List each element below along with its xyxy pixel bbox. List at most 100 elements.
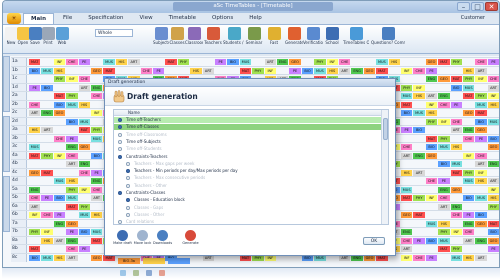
lesson-card[interactable]: GEO bbox=[289, 59, 301, 65]
lesson-card[interactable]: HIS bbox=[413, 93, 425, 99]
lesson-card[interactable]: ART bbox=[66, 161, 78, 167]
constraint-item[interactable]: Constraints-Teachers bbox=[114, 154, 381, 160]
lesson-card[interactable]: PE bbox=[91, 169, 103, 176]
lesson-card[interactable]: CHE bbox=[438, 195, 450, 201]
lesson-card[interactable]: INF bbox=[475, 76, 487, 82]
lesson-card[interactable]: MUS bbox=[29, 144, 41, 150]
constraint-checkbox[interactable] bbox=[126, 212, 130, 217]
lesson-card[interactable]: INF bbox=[487, 186, 499, 193]
lesson-card[interactable]: PE bbox=[401, 127, 413, 133]
lesson-card[interactable]: INF bbox=[438, 118, 450, 125]
ribbon-button-timetables-online[interactable]: TimeTables Online bbox=[343, 26, 369, 54]
lesson-card[interactable]: ART bbox=[53, 237, 66, 244]
lesson-card[interactable]: CHE bbox=[450, 118, 462, 125]
lesson-card[interactable]: INF bbox=[66, 76, 78, 82]
lesson-card[interactable]: ART bbox=[339, 67, 351, 74]
lesson-card[interactable]: MUS bbox=[450, 161, 462, 167]
lesson-card[interactable]: MAT bbox=[413, 212, 425, 218]
constraint-item[interactable]: Time off-Classrooms bbox=[114, 132, 381, 138]
lesson-card[interactable]: CHE bbox=[91, 186, 103, 193]
constraint-checkbox[interactable] bbox=[118, 118, 122, 122]
lesson-card[interactable]: PE bbox=[475, 135, 487, 142]
constraint-checkbox[interactable] bbox=[118, 154, 122, 159]
lesson-card[interactable]: INF bbox=[401, 254, 413, 261]
lesson-card[interactable]: CHE bbox=[475, 152, 487, 159]
lesson-card[interactable]: BIO bbox=[66, 118, 78, 125]
lesson-card[interactable]: INF bbox=[326, 59, 338, 65]
constraint-list[interactable]: Name Time off-Teachers Time off-Classes Ti… bbox=[113, 109, 389, 225]
lesson-card[interactable]: INF bbox=[463, 152, 475, 159]
lesson-card[interactable]: PHY bbox=[314, 59, 326, 65]
row-class-name[interactable]: 8c bbox=[11, 253, 27, 262]
lesson-card[interactable]: MUS bbox=[78, 212, 90, 218]
constraint-checkbox[interactable] bbox=[118, 191, 122, 195]
lesson-card[interactable]: MUS bbox=[53, 178, 66, 184]
lesson-card[interactable]: MUS bbox=[103, 59, 115, 65]
lesson-card[interactable]: INF bbox=[487, 93, 499, 99]
lesson-card[interactable]: MUS bbox=[438, 237, 450, 244]
lesson-card[interactable]: MAT bbox=[53, 93, 66, 99]
lesson-card[interactable]: GEO bbox=[91, 254, 103, 261]
lesson-card[interactable]: CHE bbox=[401, 144, 413, 150]
lesson-card[interactable]: BIO bbox=[475, 118, 487, 125]
constraint-checkbox[interactable] bbox=[118, 132, 122, 137]
lesson-card[interactable]: GEO bbox=[363, 67, 376, 74]
lesson-card[interactable]: ART bbox=[264, 59, 276, 65]
lesson-card[interactable]: CHE bbox=[413, 67, 425, 74]
constraint-item[interactable]: Time off-Classes bbox=[114, 124, 381, 131]
make-draft-button[interactable]: Make draft bbox=[113, 230, 132, 252]
lesson-card[interactable]: INF bbox=[41, 229, 53, 235]
generate-button[interactable]: Generate bbox=[181, 230, 200, 252]
lesson-card[interactable]: PHY bbox=[475, 93, 487, 99]
lesson-card[interactable]: GEO bbox=[487, 144, 499, 150]
lesson-card[interactable]: HIS bbox=[53, 254, 66, 261]
lesson-card[interactable]: MAT bbox=[450, 169, 462, 176]
lesson-card[interactable]: PHY bbox=[91, 127, 103, 133]
lesson-card[interactable]: CHE bbox=[53, 135, 66, 142]
lesson-card[interactable]: HIS bbox=[450, 144, 462, 150]
lesson-card[interactable]: MUS bbox=[438, 144, 450, 150]
lesson-card[interactable]: PHY bbox=[252, 67, 264, 74]
lesson-card[interactable]: MAT bbox=[239, 67, 252, 74]
lesson-card[interactable]: MUS bbox=[41, 254, 53, 261]
lesson-card[interactable]: HIS bbox=[53, 67, 66, 74]
constraint-item[interactable]: Teachers - Max gaps per week bbox=[114, 161, 381, 167]
lesson-card[interactable]: ART bbox=[29, 110, 41, 116]
lesson-card[interactable]: ART bbox=[78, 84, 90, 91]
ribbon-button-students-relations[interactable]: Students / Relations bbox=[223, 26, 245, 54]
lesson-card[interactable]: INF bbox=[78, 186, 90, 193]
lesson-card[interactable]: CHE bbox=[78, 169, 90, 176]
constraint-item[interactable]: Teachers - Min periods per day/Max perio… bbox=[114, 168, 381, 174]
lesson-card[interactable]: PHY bbox=[450, 246, 462, 252]
ribbon-button-fast[interactable]: Fast bbox=[265, 26, 283, 54]
lesson-card[interactable]: ART bbox=[425, 93, 438, 99]
constraint-item[interactable]: Classes - Gaps bbox=[114, 205, 381, 211]
lesson-card[interactable]: HIS bbox=[326, 67, 338, 74]
lesson-card[interactable]: PE bbox=[413, 237, 425, 244]
constraint-checkbox[interactable] bbox=[118, 220, 122, 224]
ribbon-button-generate-new[interactable]: Generate new bbox=[285, 26, 303, 54]
lesson-card[interactable]: MUS bbox=[401, 186, 413, 193]
lesson-card[interactable]: ENG bbox=[351, 67, 363, 74]
side-tab[interactable] bbox=[3, 56, 10, 112]
lesson-card[interactable]: MUS bbox=[463, 178, 475, 184]
lesson-card[interactable]: HIS bbox=[388, 59, 400, 65]
lesson-card[interactable]: ENG bbox=[463, 127, 475, 133]
lesson-card[interactable]: BIO bbox=[29, 254, 41, 261]
lesson-card[interactable]: GEO bbox=[463, 110, 475, 116]
constraint-checkbox[interactable] bbox=[118, 147, 122, 152]
lesson-card[interactable]: GEO bbox=[66, 220, 78, 227]
app-menu-icon[interactable]: ☀ bbox=[7, 13, 21, 24]
lesson-card[interactable]: PE bbox=[66, 135, 78, 142]
lesson-card[interactable]: INF bbox=[264, 67, 276, 74]
lesson-card[interactable]: INF bbox=[53, 59, 66, 65]
lesson-card[interactable]: PHY bbox=[29, 229, 41, 235]
lesson-card[interactable]: HIS bbox=[29, 127, 41, 133]
constraint-item[interactable]: Time off-Teachers bbox=[114, 117, 381, 123]
lesson-card[interactable]: HIS bbox=[487, 101, 499, 108]
lesson-card[interactable]: PE bbox=[487, 246, 499, 252]
list-scrollbar[interactable] bbox=[381, 110, 388, 224]
ribbon-button-classes[interactable]: Classes bbox=[169, 26, 185, 54]
constraint-checkbox[interactable] bbox=[126, 161, 130, 166]
lesson-card[interactable]: HIS bbox=[463, 254, 475, 261]
